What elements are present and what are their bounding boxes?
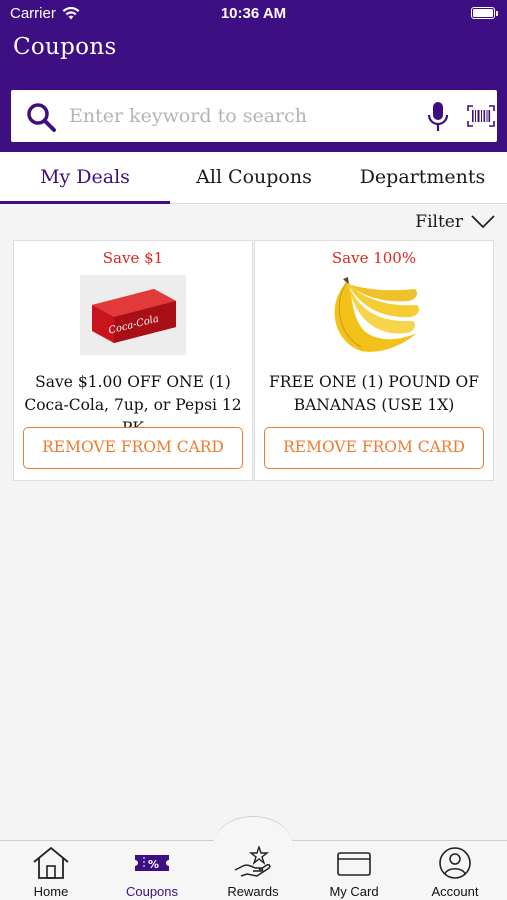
- card-icon: [337, 852, 371, 876]
- nav-my-card-label: My Card: [329, 884, 379, 899]
- barcode-scan-icon[interactable]: [467, 105, 495, 127]
- search-bar: [11, 90, 497, 142]
- nav-coupons-label: Coupons: [125, 884, 179, 899]
- nav-rewards-label: Rewards: [227, 884, 279, 899]
- save-amount: Save $1: [102, 249, 164, 267]
- coupon-icon: %: [135, 855, 169, 871]
- microphone-icon[interactable]: [427, 101, 449, 133]
- rewards-icon: [234, 846, 271, 877]
- coupon-card[interactable]: Save 100% FREE ONE (1) POUND OF BANANAS …: [254, 240, 494, 481]
- remove-from-card-button[interactable]: REMOVE FROM CARD: [23, 427, 243, 469]
- search-input[interactable]: [69, 100, 409, 132]
- nav-account[interactable]: Account: [405, 846, 505, 899]
- filter-label: Filter: [415, 212, 463, 232]
- chevron-down-icon: [471, 215, 495, 229]
- search-icon[interactable]: [25, 101, 57, 133]
- coupon-tabs: My Deals All Coupons Departments: [0, 152, 507, 204]
- nav-account-label: Account: [431, 884, 479, 899]
- coupon-description: FREE ONE (1) POUND OF BANANAS (USE 1X): [269, 373, 479, 414]
- page-title: Coupons: [13, 34, 117, 60]
- status-bar: Carrier 10:36 AM: [0, 0, 507, 28]
- nav-home-label: Home: [33, 884, 69, 899]
- nav-rewards[interactable]: Rewards: [203, 846, 303, 899]
- nav-coupons[interactable]: % Coupons: [102, 846, 202, 899]
- tab-all-coupons[interactable]: All Coupons: [170, 152, 338, 204]
- account-icon: [439, 847, 471, 879]
- nav-home[interactable]: Home: [1, 846, 101, 899]
- app-header: Carrier 10:36 AM Coupons: [0, 0, 507, 152]
- filter-button[interactable]: Filter: [415, 212, 495, 232]
- tab-my-deals[interactable]: My Deals: [0, 152, 170, 204]
- nav-my-card[interactable]: My Card: [304, 846, 404, 899]
- svg-text:%: %: [148, 858, 159, 871]
- home-icon: [33, 846, 69, 879]
- bananas-image: [334, 277, 419, 352]
- coupon-card[interactable]: Save $1 Coca-Cola Save $1.00 OFF ONE (1)…: [13, 240, 253, 481]
- save-amount: Save 100%: [331, 249, 417, 267]
- battery-icon: [471, 7, 498, 19]
- status-time: 10:36 AM: [220, 5, 287, 22]
- tab-departments[interactable]: Departments: [338, 152, 507, 204]
- active-tab-indicator: [0, 201, 170, 204]
- remove-from-card-button[interactable]: REMOVE FROM CARD: [264, 427, 484, 469]
- soda-pack-image: Coca-Cola: [80, 275, 186, 355]
